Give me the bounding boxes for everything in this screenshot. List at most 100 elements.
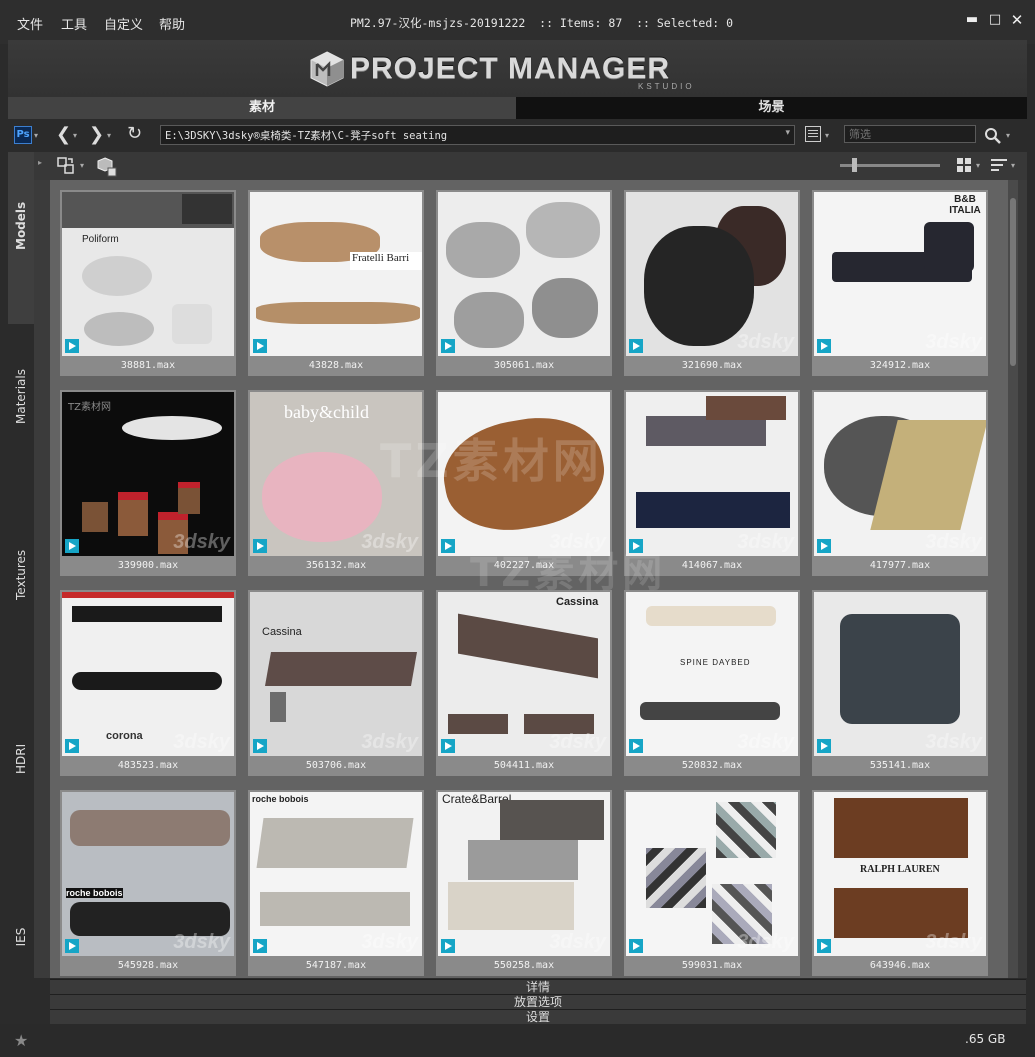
brand-text: Cassina	[262, 626, 302, 638]
asset-tile[interactable]: roche bobois 3dsky 545928.max	[60, 790, 236, 976]
tile-label: 520832.max	[681, 760, 743, 771]
brand-text: Poliform	[82, 234, 119, 245]
thumbnail: RALPH LAUREN 3dsky	[814, 792, 986, 956]
thumbnail-size-slider[interactable]	[840, 158, 940, 172]
sidetab-hdri[interactable]: HDRI	[8, 722, 34, 802]
menu-help[interactable]: 帮助	[159, 14, 185, 33]
tab-assets[interactable]: 素材	[8, 97, 516, 119]
thumbnail: SPINE DAYBED 3dsky	[626, 592, 798, 756]
watermark-text: 3dsky	[925, 531, 982, 553]
max-file-icon	[65, 739, 79, 753]
scroll-thumb[interactable]	[1010, 198, 1016, 366]
tile-label: 305061.max	[493, 360, 555, 371]
max-file-icon	[253, 339, 267, 353]
tile-label: 339900.max	[117, 560, 179, 571]
asset-tile[interactable]: Cassina 3dsky 504411.max	[436, 590, 612, 776]
thumbnail: 3dsky	[626, 792, 798, 956]
sidetab-materials[interactable]: Materials	[8, 352, 34, 472]
vertical-scrollbar[interactable]	[1008, 180, 1018, 978]
thumbnail: 3dsky	[814, 592, 986, 756]
sidetab-hdri-label: HDRI	[14, 743, 28, 774]
menu-tools[interactable]: 工具	[61, 14, 87, 33]
max-file-icon	[629, 339, 643, 353]
forward-dropdown-icon[interactable]: ▾	[107, 131, 111, 140]
sync-dropdown-icon[interactable]: ▾	[80, 161, 84, 170]
view-dropdown-icon[interactable]: ▾	[976, 161, 980, 170]
path-dropdown-icon[interactable]: ▾	[785, 128, 790, 138]
favorites-dropdown-icon[interactable]: ▾	[825, 131, 829, 140]
asset-tile[interactable]: 3dsky 321690.max	[624, 190, 800, 376]
maximize-icon[interactable]: □	[987, 12, 1003, 28]
asset-tile[interactable]: 3dsky 535141.max	[812, 590, 988, 776]
asset-tile[interactable]: 3dsky 417977.max	[812, 390, 988, 576]
forward-icon[interactable]: ❯	[89, 124, 104, 145]
details-panel-header[interactable]: 详情	[50, 979, 1026, 994]
menu-file[interactable]: 文件	[17, 14, 43, 33]
settings-panel-header[interactable]: 设置	[50, 1009, 1026, 1024]
asset-tile[interactable]: TZ素材网 3dsky 339900.max	[60, 390, 236, 576]
window-title: PM2.97-汉化-msjzs-20191222 :: Items: 87 ::…	[350, 16, 734, 30]
thumbnail: B&B ITALIA 3dsky	[814, 192, 986, 356]
asset-tile[interactable]: 3dsky 599031.max	[624, 790, 800, 976]
sidetab-materials-label: Materials	[14, 368, 28, 424]
path-field[interactable]: E:\3DSKY\3dsky®桌椅类-TZ素材\C-凳子soft seating…	[160, 125, 795, 145]
watermark-text: 3dsky	[173, 931, 230, 953]
asset-tile[interactable]: 305061.max	[436, 190, 612, 376]
tab-scene[interactable]: 场景	[516, 97, 1027, 119]
search-icon[interactable]	[984, 127, 1002, 145]
star-icon[interactable]: ★	[14, 1031, 28, 1050]
max-file-icon	[253, 939, 267, 953]
asset-tile[interactable]: roche bobois 3dsky 547187.max	[248, 790, 424, 976]
close-icon[interactable]: ✕	[1009, 12, 1025, 28]
menu-custom[interactable]: 自定义	[104, 14, 143, 33]
max-file-icon	[65, 939, 79, 953]
asset-tile[interactable]: Cassina 3dsky 503706.max	[248, 590, 424, 776]
sidetab-textures[interactable]: Textures	[8, 532, 34, 642]
thumbnail: corona 3dsky	[62, 592, 234, 756]
sidetab-ies[interactable]: IES	[8, 902, 34, 972]
slider-handle[interactable]	[852, 158, 857, 172]
placement-options-header[interactable]: 放置选项	[50, 994, 1026, 1009]
watermark-overlay: TZ素材网	[380, 434, 603, 488]
tile-label: 504411.max	[493, 760, 555, 771]
photoshop-icon[interactable]: Ps	[14, 126, 32, 144]
back-dropdown-icon[interactable]: ▾	[73, 131, 77, 140]
watermark-text: 3dsky	[925, 331, 982, 353]
status-bar: ★ .65 GB	[0, 1024, 1035, 1057]
asset-tile[interactable]: Crate&Barrel 3dsky 550258.max	[436, 790, 612, 976]
sidetab-models[interactable]: Models	[8, 152, 34, 324]
tile-label: 356132.max	[305, 560, 367, 571]
thumbnail: roche bobois 3dsky	[62, 792, 234, 956]
logo-text: PROJECT MANAGER	[350, 52, 671, 85]
sort-dropdown-icon[interactable]: ▾	[1011, 161, 1015, 170]
thumbnail: Crate&Barrel 3dsky	[438, 792, 610, 956]
search-dropdown-icon[interactable]: ▾	[1006, 131, 1010, 140]
max-file-icon	[441, 739, 455, 753]
watermark-text: 3dsky	[361, 531, 418, 553]
sidetab-textures-label: Textures	[14, 549, 28, 600]
max-file-icon	[629, 939, 643, 953]
merge-object-icon[interactable]	[96, 156, 118, 178]
asset-tile[interactable]: B&B ITALIA 3dsky 324912.max	[812, 190, 988, 376]
filter-input[interactable]	[844, 125, 976, 143]
watermark-text: 3dsky	[925, 931, 982, 953]
asset-tile[interactable]: Fratelli Barri 43828.max	[248, 190, 424, 376]
collapse-arrow-icon[interactable]: ▸	[38, 158, 42, 167]
favorites-icon[interactable]	[805, 126, 821, 142]
sync-icon[interactable]	[56, 156, 76, 176]
max-file-icon	[441, 939, 455, 953]
ps-dropdown-icon[interactable]: ▾	[34, 131, 38, 140]
sort-icon[interactable]	[990, 157, 1008, 173]
minimize-icon[interactable]: ▬	[964, 12, 980, 28]
asset-tile[interactable]: SPINE DAYBED 3dsky 520832.max	[624, 590, 800, 776]
grid-view-icon[interactable]	[956, 157, 972, 173]
max-file-icon	[817, 339, 831, 353]
tile-label: 545928.max	[117, 960, 179, 971]
side-tabs: Models Materials Textures HDRI IES	[8, 152, 34, 976]
refresh-icon[interactable]: ↻	[127, 123, 142, 144]
thumbnail: Cassina 3dsky	[250, 592, 422, 756]
asset-tile[interactable]: RALPH LAUREN 3dsky 643946.max	[812, 790, 988, 976]
asset-tile[interactable]: corona 3dsky 483523.max	[60, 590, 236, 776]
asset-tile[interactable]: Poliform 38881.max	[60, 190, 236, 376]
back-icon[interactable]: ❮	[56, 124, 71, 145]
